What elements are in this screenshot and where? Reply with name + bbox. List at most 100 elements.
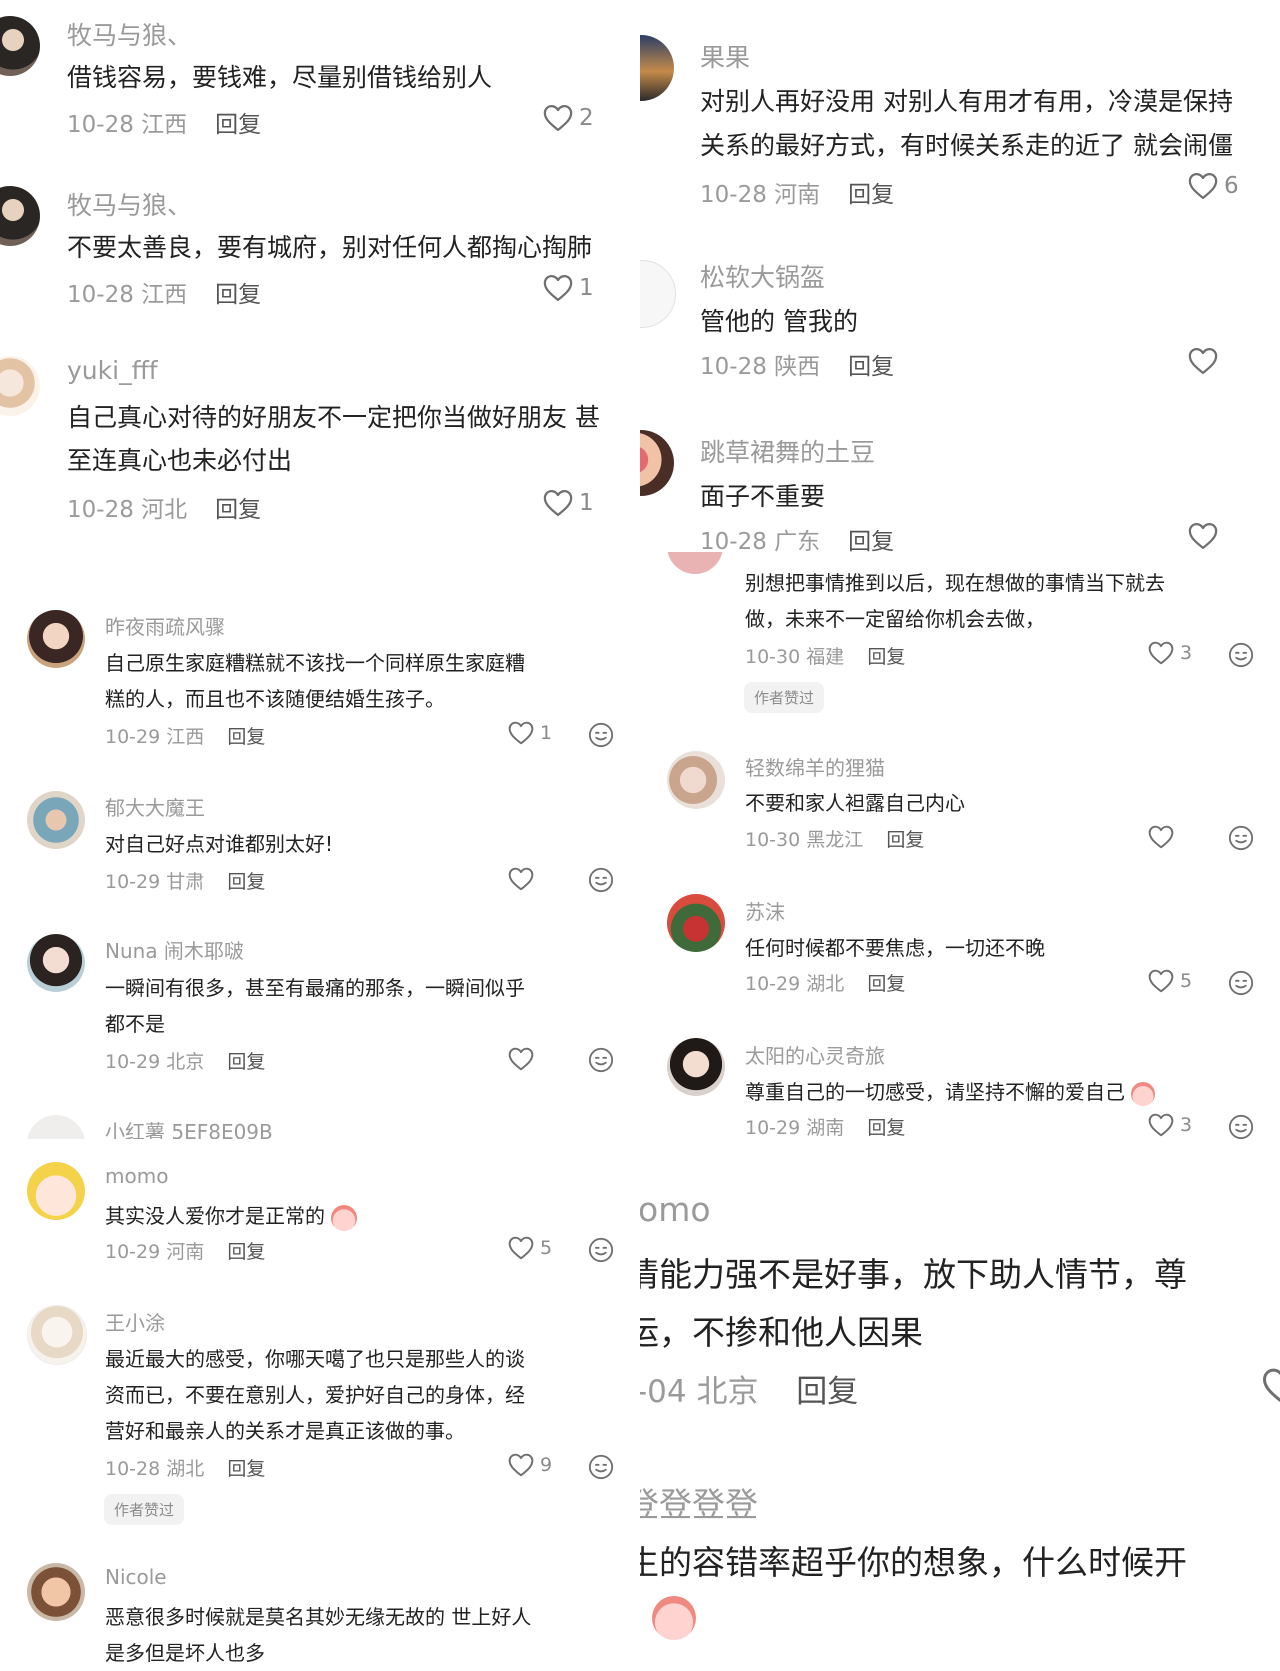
comment-username[interactable]: 果果 <box>700 38 750 74</box>
like-button[interactable]: 1 <box>543 489 594 517</box>
reply-button[interactable]: 回复 <box>227 1458 265 1480</box>
comment-username[interactable]: 登登登登 <box>640 1478 758 1526</box>
avatar[interactable] <box>640 35 674 101</box>
reply-button[interactable]: 回复 <box>848 354 894 380</box>
like-button[interactable] <box>508 867 534 891</box>
comment-username[interactable]: 松软大锅盔 <box>700 258 825 294</box>
reply-button[interactable]: 回复 <box>848 182 894 208</box>
emoji-face-icon[interactable] <box>1228 642 1254 668</box>
avatar[interactable] <box>667 1038 725 1096</box>
comment-username[interactable]: momo <box>105 1164 168 1188</box>
avatar[interactable] <box>640 260 676 328</box>
comment-meta: 10-29 江西 回复 <box>105 722 265 749</box>
comments-panel-top-right: 果果 对别人再好没用 对别人有用才有用，冷漠是保持 关系的最好方式，有时候关系走… <box>640 0 1280 552</box>
like-button[interactable]: 6 <box>1188 172 1239 200</box>
comment-text: 运，不掺和他人因果 <box>640 1313 923 1352</box>
comment-item: 跳草裙舞的土豆 面子不重要 10-28 广东 回复 <box>640 395 1280 552</box>
emoji-face-icon[interactable] <box>1228 825 1254 851</box>
reply-button[interactable]: 回复 <box>848 529 894 552</box>
comment-text: 恶意很多时候就是莫名其妙无缘无故的 世上好人 <box>105 1605 532 1629</box>
comment-username[interactable]: 郁大大魔王 <box>105 792 205 821</box>
comment-username[interactable]: yuki_fff <box>67 356 158 385</box>
like-button[interactable]: 3 <box>1148 641 1192 665</box>
comment-text: 最近最大的感受，你哪天噶了也只是那些人的谈 <box>105 1347 525 1371</box>
reply-button[interactable]: 回复 <box>886 829 924 851</box>
like-button[interactable]: 2 <box>543 104 594 132</box>
author-liked-badge: 作者赞过 <box>744 682 825 713</box>
like-button[interactable]: 1 <box>543 274 594 302</box>
like-button[interactable]: 3 <box>1148 1113 1192 1137</box>
comment-username[interactable]: Nuna 闹木耶啵 <box>105 935 244 964</box>
avatar[interactable] <box>667 751 725 809</box>
emoji-face-icon[interactable] <box>588 1047 614 1073</box>
heart-outline-icon <box>1188 347 1218 375</box>
reply-button[interactable]: 回复 <box>227 1051 265 1073</box>
comment-username[interactable]: 牧马与狼、 <box>67 16 192 52</box>
emoji-face-icon[interactable] <box>588 1454 614 1480</box>
emoji-face-icon[interactable] <box>1228 1114 1254 1140</box>
heart-outline-icon <box>1148 825 1174 849</box>
comment-item: yuki_fff 自己真心对待的好朋友不一定把你当做好朋友 甚 至连真心也未必付… <box>0 340 638 540</box>
avatar[interactable] <box>667 894 725 952</box>
avatar[interactable] <box>0 186 40 246</box>
avatar[interactable] <box>27 1563 85 1621</box>
avatar[interactable] <box>27 1305 87 1365</box>
comment-username[interactable]: Nicole <box>105 1565 167 1589</box>
like-button[interactable]: 5 <box>1148 969 1192 993</box>
comment-date: 10-29 <box>105 871 161 893</box>
comment-text: 至连真心也未必付出 <box>67 446 293 475</box>
comment-username[interactable]: 太阳的心灵奇旅 <box>745 1040 885 1069</box>
comment-username[interactable]: 轻数绵羊的狸猫 <box>745 752 885 781</box>
comment-text: 对别人再好没用 对别人有用才有用，冷漠是保持 <box>700 87 1233 116</box>
reply-button[interactable]: 回复 <box>867 646 905 668</box>
avatar[interactable] <box>27 1162 85 1220</box>
comment-username[interactable]: 牧马与狼、 <box>67 186 192 222</box>
comment-meta: 10-30 黑龙江 回复 <box>745 825 924 852</box>
comment-username[interactable]: 王小涂 <box>105 1307 165 1336</box>
comment-date: 10-29 <box>105 1241 161 1263</box>
heart-outline-icon <box>508 1047 534 1071</box>
emoji-face-icon[interactable] <box>588 867 614 893</box>
reply-button[interactable]: 回复 <box>796 1374 858 1410</box>
reply-button[interactable]: 回复 <box>227 1241 265 1263</box>
comment-meta: 10-28 江西 回复 <box>67 105 261 139</box>
comment-text: 做，未来不一定留给你机会去做， <box>745 607 1045 631</box>
like-button[interactable] <box>1188 347 1218 375</box>
reply-button[interactable]: 回复 <box>867 973 905 995</box>
avatar[interactable] <box>27 934 85 992</box>
like-button[interactable]: 5 <box>508 1236 552 1260</box>
heart-outline-icon[interactable] <box>1262 1367 1280 1405</box>
like-count: 1 <box>579 490 594 516</box>
comment-location: 广东 <box>774 529 821 552</box>
comment-username[interactable]: omo <box>640 1190 711 1229</box>
comment-date: 10-29 <box>105 1051 161 1073</box>
comment-date: 10-29 <box>105 726 161 748</box>
reply-button[interactable]: 回复 <box>227 871 265 893</box>
reply-button[interactable]: 回复 <box>215 112 261 138</box>
comment-username[interactable]: 跳草裙舞的土豆 <box>700 433 875 469</box>
heart-outline-icon <box>508 1453 534 1477</box>
like-button[interactable] <box>1148 825 1174 849</box>
comment-location: 江西 <box>141 282 188 308</box>
avatar[interactable] <box>27 610 85 668</box>
comment-meta: 10-28 河南 回复 <box>700 175 894 209</box>
comment-username[interactable]: 苏沫 <box>745 896 785 925</box>
avatar[interactable] <box>0 356 40 416</box>
reply-button[interactable]: 回复 <box>227 726 265 748</box>
like-button[interactable]: 9 <box>508 1453 552 1477</box>
emoji-face-icon[interactable] <box>1228 970 1254 996</box>
emoji-face-icon[interactable] <box>588 1237 614 1263</box>
reply-button[interactable]: 回复 <box>867 1117 905 1139</box>
like-button[interactable]: 1 <box>508 721 552 745</box>
reply-button[interactable]: 回复 <box>215 282 261 308</box>
comment-username[interactable]: 昨夜雨疏风骤 <box>105 611 225 640</box>
emoji-face-icon[interactable] <box>588 722 614 748</box>
like-button[interactable] <box>1188 522 1218 550</box>
like-button[interactable] <box>508 1047 534 1071</box>
avatar[interactable] <box>0 16 40 76</box>
reply-button[interactable]: 回复 <box>215 497 261 523</box>
avatar[interactable] <box>27 791 85 849</box>
avatar[interactable] <box>640 430 674 496</box>
avatar[interactable] <box>667 552 723 574</box>
comment-meta: 10-28 陕西 回复 <box>700 347 894 381</box>
